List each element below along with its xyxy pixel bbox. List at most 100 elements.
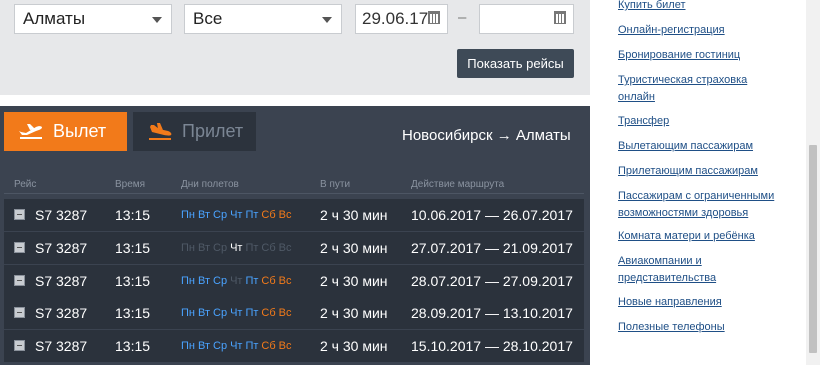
sidebar-link-6[interactable]: Вылетающим пассажирам: [618, 138, 788, 155]
day-2: Вт: [197, 242, 210, 254]
day-3: Ср: [213, 275, 228, 287]
route-validity: 10.06.2017 — 26.07.2017: [411, 207, 573, 223]
column-header-duration: В пути: [320, 179, 351, 190]
day-7: Вс: [278, 307, 292, 319]
route-validity: 28.09.2017 — 13.10.2017: [411, 305, 573, 321]
date-from-input[interactable]: 29.06.17: [355, 4, 448, 34]
day-3: Ср: [213, 242, 228, 254]
flight-duration: 2 ч 30 мин: [320, 207, 388, 223]
calendar-icon[interactable]: [554, 11, 566, 24]
tab-arrival[interactable]: Прилет: [133, 112, 256, 151]
sidebar: Купить билет Онлайн-регистрация Бронирован…: [600, 0, 805, 365]
flight-duration: 2 ч 30 мин: [320, 240, 388, 256]
flight-number: S7 3287: [35, 240, 88, 256]
day-6: Сб: [261, 242, 276, 254]
chevron-down-icon: [322, 17, 332, 23]
flight-days: Пн Вт Ср Чт Пт Сб Вс: [181, 330, 294, 362]
route-title: Новосибирск → Алматы: [402, 127, 571, 144]
day-5: Пт: [245, 340, 259, 352]
day-1: Пн: [181, 242, 195, 254]
route-validity: 27.07.2017 — 21.09.2017: [411, 240, 573, 256]
day-7: Вс: [278, 340, 292, 352]
day-2: Вт: [197, 307, 210, 319]
scrollbar-thumb[interactable]: [809, 145, 817, 353]
sidebar-link-7[interactable]: Прилетающим пассажирам: [618, 163, 788, 180]
header-divider: [4, 193, 584, 194]
flight-info-icon[interactable]: [14, 209, 25, 220]
departure-time: 13:15: [115, 273, 151, 289]
date-from-value: 29.06.17: [362, 9, 429, 28]
flight-duration: 2 ч 30 мин: [320, 305, 388, 321]
city-select[interactable]: Алматы: [14, 4, 172, 34]
show-flights-button[interactable]: Показать рейсы: [457, 49, 574, 78]
day-4: Чт: [230, 242, 243, 254]
date-range-separator: –: [458, 9, 467, 26]
route-validity: 28.07.2017 — 27.09.2017: [411, 273, 573, 289]
day-7: Вс: [278, 209, 292, 221]
table-row[interactable]: S7 3287 13:15 Пн Вт Ср Чт Пт Сб Вс 2 ч 30 мин 10.0…: [4, 199, 584, 231]
flight-info-icon[interactable]: [14, 307, 25, 318]
table-row[interactable]: S7 3287 13:15 Пн Вт Ср Чт Пт Сб Вс 2 ч 30 мин 28.0…: [4, 297, 584, 329]
sidebar-link-10[interactable]: Авиакомпании и представительства: [618, 253, 748, 287]
day-5: Пт: [245, 242, 259, 254]
table-row[interactable]: S7 3287 13:15 Пн Вт Ср Чт Пт Сб Вс 2 ч 30 мин 27.0…: [4, 232, 584, 264]
tab-departure[interactable]: Вылет: [4, 112, 127, 151]
day-3: Ср: [213, 209, 228, 221]
flight-days: Пн Вт Ср Чт Пт Сб Вс: [181, 232, 294, 264]
flight-number: S7 3287: [35, 338, 88, 354]
scrollbar[interactable]: [806, 0, 820, 365]
chevron-down-icon: [152, 17, 162, 23]
flight-days: Пн Вт Ср Чт Пт Сб Вс: [181, 265, 294, 297]
flight-board: Вылет Прилет Новосибирск → Алматы Рейс В…: [0, 106, 590, 365]
flight-number: S7 3287: [35, 273, 88, 289]
sidebar-link-11[interactable]: Новые направления: [618, 294, 788, 311]
flight-info-icon[interactable]: [14, 340, 25, 351]
column-header-days: Дни полетов: [181, 179, 239, 190]
column-header-validity: Действие маршрута: [411, 179, 505, 190]
day-7: Вс: [278, 242, 292, 254]
flight-number: S7 3287: [35, 207, 88, 223]
flight-duration: 2 ч 30 мин: [320, 273, 388, 289]
day-5: Пт: [245, 307, 259, 319]
column-header-time: Время: [115, 179, 146, 190]
airline-select[interactable]: Все: [184, 4, 342, 34]
table-row[interactable]: S7 3287 13:15 Пн Вт Ср Чт Пт Сб Вс 2 ч 30 мин 15.1…: [4, 330, 584, 362]
route-validity: 15.10.2017 — 28.10.2017: [411, 338, 573, 354]
city-select-value: Алматы: [23, 9, 86, 28]
sidebar-link-2[interactable]: Онлайн-регистрация: [618, 22, 788, 39]
sidebar-link-8[interactable]: Пассажирам с ограниченными возможностями…: [618, 188, 788, 222]
sidebar-link-1[interactable]: Купить билет: [618, 0, 788, 14]
flight-days: Пн Вт Ср Чт Пт Сб Вс: [181, 297, 294, 329]
sidebar-link-9[interactable]: Комната матери и ребёнка: [618, 228, 788, 245]
departure-time: 13:15: [115, 338, 151, 354]
flight-info-icon[interactable]: [14, 242, 25, 253]
day-3: Ср: [213, 340, 228, 352]
flight-info-icon[interactable]: [14, 275, 25, 286]
date-to-input[interactable]: [479, 4, 574, 34]
day-1: Пн: [181, 340, 195, 352]
filter-bar: Алматы Все 29.06.17 – Показать рейсы: [0, 0, 590, 95]
day-6: Сб: [261, 340, 276, 352]
day-4: Чт: [230, 307, 243, 319]
sidebar-link-3[interactable]: Бронирование гостиниц: [618, 47, 788, 64]
day-3: Ср: [213, 307, 228, 319]
day-5: Пт: [245, 209, 259, 221]
table-row[interactable]: S7 3287 13:15 Пн Вт Ср Чт Пт Сб Вс 2 ч 30 мин 28.0…: [4, 265, 584, 297]
flight-days: Пн Вт Ср Чт Пт Сб Вс: [181, 199, 294, 231]
sidebar-link-5[interactable]: Трансфер: [618, 113, 788, 130]
day-6: Сб: [261, 275, 276, 287]
column-header-flight: Рейс: [14, 179, 37, 190]
airline-select-value: Все: [193, 9, 223, 28]
departure-time: 13:15: [115, 305, 151, 321]
departure-time: 13:15: [115, 240, 151, 256]
day-6: Сб: [261, 307, 276, 319]
sidebar-link-12[interactable]: Полезные телефоны: [618, 319, 788, 336]
day-2: Вт: [197, 340, 210, 352]
day-4: Чт: [230, 275, 243, 287]
sidebar-link-4[interactable]: Туристическая страховка онлайн: [618, 72, 768, 106]
day-1: Пн: [181, 275, 195, 287]
departure-time: 13:15: [115, 207, 151, 223]
flight-duration: 2 ч 30 мин: [320, 338, 388, 354]
calendar-icon[interactable]: [428, 11, 440, 24]
day-6: Сб: [261, 209, 276, 221]
